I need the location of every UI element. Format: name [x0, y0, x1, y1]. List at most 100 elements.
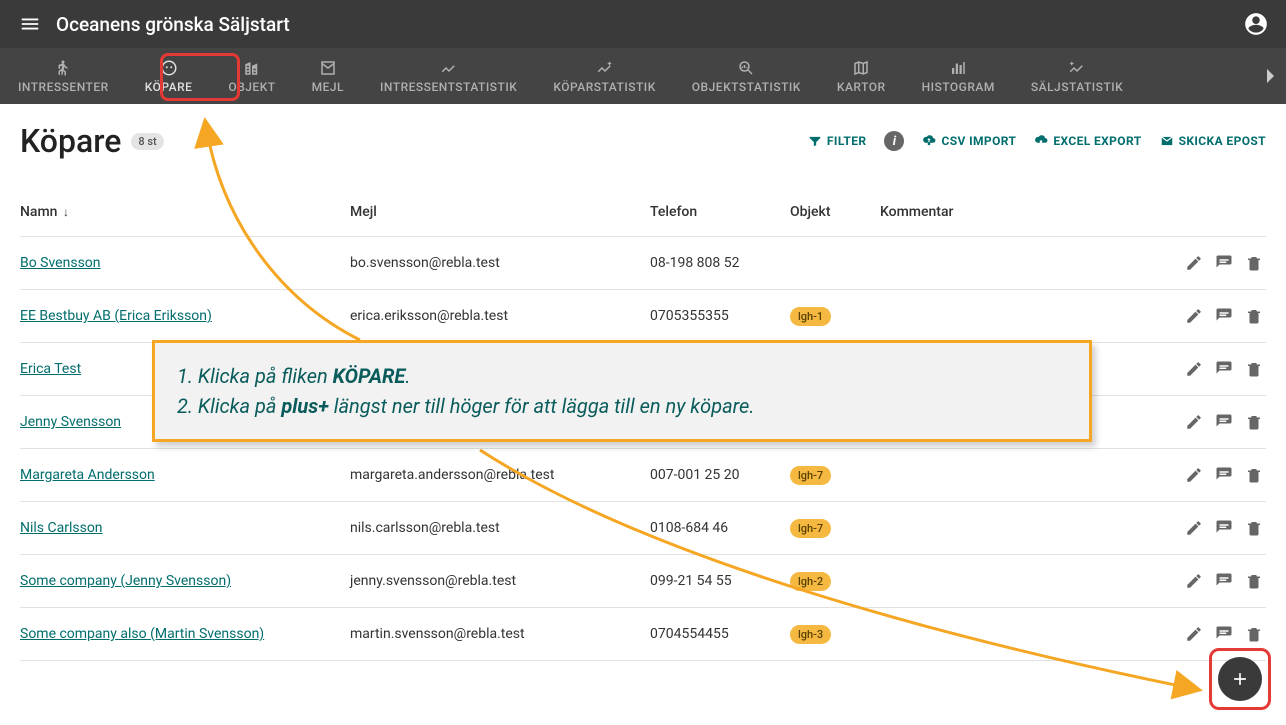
page-title: Köpare: [20, 122, 121, 160]
tab-histogram[interactable]: HISTOGRAM: [904, 48, 1013, 104]
csv-import-label: CSV IMPORT: [941, 134, 1016, 148]
add-buyer-fab[interactable]: [1218, 657, 1262, 701]
excel-export-button[interactable]: EXCEL EXPORT: [1034, 134, 1141, 148]
comment-button[interactable]: [1212, 516, 1236, 540]
edit-button[interactable]: [1182, 304, 1206, 328]
buyer-name-link[interactable]: Bo Svensson: [20, 255, 101, 271]
table-row: Nils Carlsson nils.carlsson@rebla.test 0…: [20, 502, 1266, 555]
buyer-objekt: lgh-7: [790, 519, 880, 538]
comment-button[interactable]: [1212, 410, 1236, 434]
buyer-name-link[interactable]: Jenny Svensson: [20, 414, 121, 430]
edit-button[interactable]: [1182, 410, 1206, 434]
buyer-name-link[interactable]: Nils Carlsson: [20, 520, 103, 536]
face-icon: [160, 58, 178, 78]
delete-button[interactable]: [1242, 569, 1266, 593]
sparkle-trend-icon: [596, 58, 614, 78]
comment-button[interactable]: [1212, 304, 1236, 328]
mail-icon: [1160, 134, 1174, 148]
search-stats-icon: [737, 58, 755, 78]
comment-button[interactable]: [1212, 463, 1236, 487]
table-row: Margareta Andersson margareta.andersson@…: [20, 449, 1266, 502]
table-row: EE Bestbuy AB (Erica Eriksson) erica.eri…: [20, 290, 1266, 343]
tab-label: SÄLJSTATISTIK: [1031, 80, 1123, 94]
sparkle-trend-icon: [1068, 58, 1086, 78]
buyer-name-link[interactable]: Margareta Andersson: [20, 467, 155, 483]
tab-intressentstatistik[interactable]: INTRESSENTSTATISTIK: [362, 48, 535, 104]
edit-button[interactable]: [1182, 463, 1206, 487]
filter-button[interactable]: FILTER: [808, 134, 867, 148]
col-kommentar[interactable]: Kommentar: [880, 204, 1156, 220]
cloud-download-icon: [1034, 134, 1048, 148]
table-row: Some company (Jenny Svensson) jenny.sven…: [20, 555, 1266, 608]
person-walk-icon: [54, 58, 72, 78]
tab-kopare[interactable]: KÖPARE: [127, 48, 211, 104]
tab-objektstatistik[interactable]: OBJEKTSTATISTIK: [674, 48, 819, 104]
sort-down-icon: ↓: [63, 205, 69, 219]
tab-label: OBJEKTSTATISTIK: [692, 80, 801, 94]
table-row: Some company also (Martin Svensson) mart…: [20, 608, 1266, 661]
filter-label: FILTER: [827, 134, 867, 148]
delete-button[interactable]: [1242, 251, 1266, 275]
edit-button[interactable]: [1182, 569, 1206, 593]
col-objekt[interactable]: Objekt: [790, 204, 880, 220]
buyer-name-link[interactable]: Erica Test: [20, 361, 81, 377]
buyer-objekt: lgh-7: [790, 466, 880, 485]
menu-button[interactable]: [12, 6, 48, 42]
comment-button[interactable]: [1212, 569, 1236, 593]
tab-saljstatistik[interactable]: SÄLJSTATISTIK: [1013, 48, 1141, 104]
cloud-upload-icon: [922, 134, 936, 148]
tab-objekt[interactable]: OBJEKT: [210, 48, 293, 104]
map-icon: [852, 58, 870, 78]
edit-button[interactable]: [1182, 622, 1206, 646]
csv-import-button[interactable]: CSV IMPORT: [922, 134, 1016, 148]
tab-scroll-right[interactable]: [1254, 48, 1286, 104]
tab-label: HISTOGRAM: [922, 80, 995, 94]
skicka-epost-label: SKICKA EPOST: [1179, 134, 1266, 148]
tab-label: KÖPARSTATISTIK: [553, 80, 655, 94]
buyer-name-link[interactable]: Some company also (Martin Svensson): [20, 626, 264, 642]
tab-koparstatistik[interactable]: KÖPARSTATISTIK: [535, 48, 673, 104]
buyer-phone: 08-198 808 52: [650, 255, 790, 271]
tab-mejl[interactable]: MEJL: [294, 48, 362, 104]
delete-button[interactable]: [1242, 357, 1266, 381]
edit-button[interactable]: [1182, 357, 1206, 381]
filter-icon: [808, 134, 822, 148]
delete-button[interactable]: [1242, 463, 1266, 487]
tab-label: KARTOR: [837, 80, 886, 94]
tab-kartor[interactable]: KARTOR: [819, 48, 904, 104]
mail-icon: [319, 58, 337, 78]
buyer-email: nils.carlsson@rebla.test: [350, 520, 650, 536]
account-button[interactable]: [1238, 6, 1274, 42]
buyer-email: bo.svensson@rebla.test: [350, 255, 650, 271]
buyer-name-link[interactable]: EE Bestbuy AB (Erica Eriksson): [20, 308, 212, 324]
tab-label: INTRESSENTER: [18, 80, 109, 94]
bar-chart-icon: [949, 58, 967, 78]
trend-icon: [440, 58, 458, 78]
comment-button[interactable]: [1212, 357, 1236, 381]
delete-button[interactable]: [1242, 622, 1266, 646]
buyer-email: erica.eriksson@rebla.test: [350, 308, 650, 324]
edit-button[interactable]: [1182, 251, 1206, 275]
count-badge: 8 st: [131, 133, 163, 150]
delete-button[interactable]: [1242, 304, 1266, 328]
delete-button[interactable]: [1242, 410, 1266, 434]
building-icon: [243, 58, 261, 78]
app-title: Oceanens grönska Säljstart: [56, 13, 1238, 36]
tab-intressenter[interactable]: INTRESSENTER: [0, 48, 127, 104]
info-button[interactable]: i: [884, 131, 904, 151]
table-row: Bo Svensson bo.svensson@rebla.test 08-19…: [20, 237, 1266, 290]
tab-label: MEJL: [312, 80, 344, 94]
col-telefon[interactable]: Telefon: [650, 204, 790, 220]
buyer-name-link[interactable]: Some company (Jenny Svensson): [20, 573, 231, 589]
buyer-phone: 099-21 54 55: [650, 573, 790, 589]
skicka-epost-button[interactable]: SKICKA EPOST: [1160, 134, 1266, 148]
col-mejl[interactable]: Mejl: [350, 204, 650, 220]
edit-button[interactable]: [1182, 516, 1206, 540]
comment-button[interactable]: [1212, 622, 1236, 646]
plus-icon: [1230, 669, 1250, 689]
buyer-phone: 0704554455: [650, 626, 790, 642]
delete-button[interactable]: [1242, 516, 1266, 540]
buyer-email: jenny.svensson@rebla.test: [350, 573, 650, 589]
col-namn[interactable]: Namn ↓: [20, 204, 350, 220]
comment-button[interactable]: [1212, 251, 1236, 275]
